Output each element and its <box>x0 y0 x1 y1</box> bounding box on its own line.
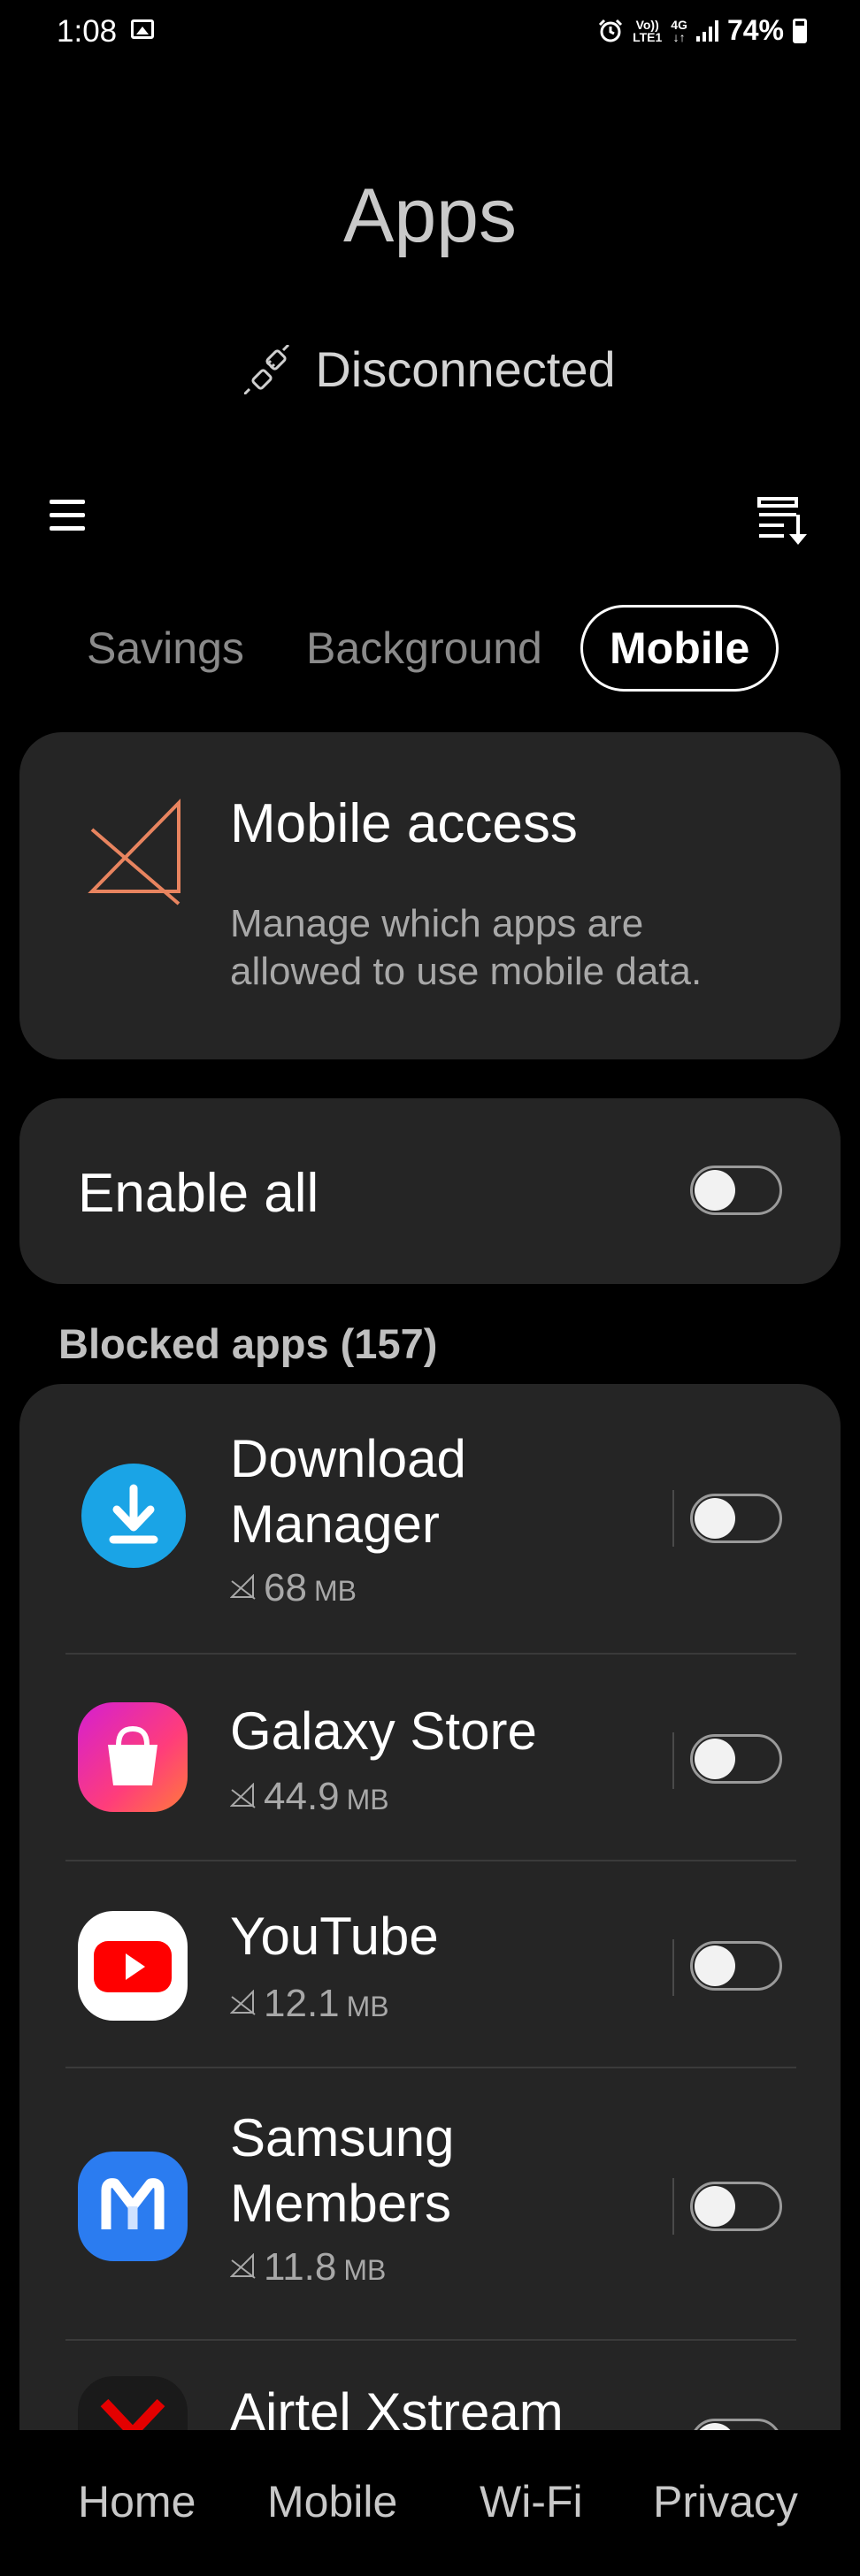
youtube-icon <box>78 1911 188 2021</box>
galaxy-store-icon <box>78 1702 188 1812</box>
enable-all-card[interactable]: Enable all <box>19 1098 841 1284</box>
enable-all-toggle[interactable] <box>690 1166 782 1215</box>
app-name: Download Manager <box>230 1429 466 1554</box>
sort-icon[interactable] <box>757 495 810 545</box>
mobile-data-off-icon <box>230 1990 256 2015</box>
list-item[interactable]: Galaxy Store 44.9 MB <box>19 1655 841 1861</box>
app-mobile-data-toggle[interactable] <box>690 1734 782 1784</box>
mobile-access-title: Mobile access <box>230 793 578 854</box>
nav-wifi[interactable]: Wi-Fi <box>480 2476 583 2527</box>
blocked-apps-header: Blocked apps (157) <box>58 1320 438 1367</box>
connection-status-label: Disconnected <box>315 341 616 397</box>
list-item[interactable]: Download Manager 68 MB <box>19 1384 841 1649</box>
battery-icon <box>793 18 807 43</box>
mobile-access-description: Manage which apps are allowed to use mob… <box>230 902 703 993</box>
enable-all-label: Enable all <box>78 1163 319 1224</box>
list-item[interactable]: YouTube 12.1 MB <box>19 1861 841 2068</box>
app-data-usage: 44.9 MB <box>230 1775 389 1819</box>
app-name: YouTube <box>230 1907 439 1966</box>
tab-background[interactable]: Background <box>306 605 542 692</box>
alarm-icon <box>599 19 623 42</box>
samsung-members-icon <box>78 2152 188 2261</box>
app-mobile-data-toggle[interactable] <box>690 1494 782 1543</box>
blocked-apps-list: Download Manager 68 MB Galaxy Store 44.9 M… <box>19 1384 841 2445</box>
app-data-usage: 68 MB <box>230 1566 357 1610</box>
list-item[interactable]: Samsung Members 11.8 MB <box>19 2068 841 2339</box>
bottom-navigation: Home Mobile Wi-Fi Privacy <box>0 2430 860 2576</box>
mobile-data-off-icon <box>230 2253 256 2279</box>
mobile-access-card: Mobile access Manage which apps are allo… <box>19 732 841 1059</box>
nav-home[interactable]: Home <box>78 2476 196 2527</box>
volte-indicator: Vo)) LTE1 <box>633 17 663 44</box>
tab-savings[interactable]: Savings <box>87 605 244 692</box>
nav-mobile[interactable]: Mobile <box>267 2476 397 2527</box>
page-title: Apps <box>342 173 518 258</box>
app-name: Samsung Members <box>230 2108 455 2233</box>
app-mobile-data-toggle[interactable] <box>690 2182 782 2231</box>
download-manager-icon <box>81 1464 186 1568</box>
signal-icon <box>695 19 718 42</box>
status-bar: 1:08 Vo)) LTE1 4G ↓↑ 74% <box>0 0 860 64</box>
app-data-usage: 12.1 MB <box>230 1982 389 2026</box>
mobile-data-off-icon <box>230 1574 256 1600</box>
app-data-usage: 11.8 MB <box>230 2245 386 2289</box>
gallery-notification-icon <box>131 19 154 39</box>
mobile-data-off-icon <box>88 799 180 906</box>
disconnected-icon <box>244 344 290 394</box>
status-time: 1:08 <box>57 14 118 49</box>
app-name: Galaxy Store <box>230 1701 537 1761</box>
nav-privacy[interactable]: Privacy <box>653 2476 798 2527</box>
network-type-indicator: 4G ↓↑ <box>671 17 687 44</box>
tab-mobile[interactable]: Mobile <box>580 605 779 692</box>
tab-bar: Savings Background Mobile <box>0 605 860 693</box>
connection-status: Disconnected <box>0 340 860 398</box>
battery-percent: 74% <box>726 14 784 46</box>
status-icons: Vo)) LTE1 4G ↓↑ 74% <box>597 14 807 47</box>
mobile-data-off-icon <box>230 1783 256 1808</box>
menu-icon[interactable] <box>50 500 85 531</box>
app-mobile-data-toggle[interactable] <box>690 1941 782 1991</box>
